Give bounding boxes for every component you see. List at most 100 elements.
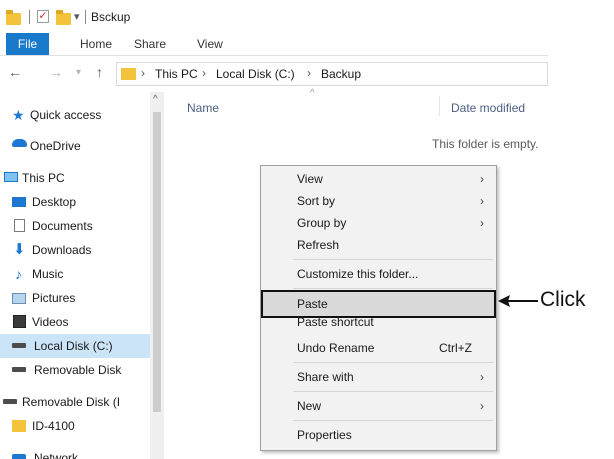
menu-item-customize-folder[interactable]: Customize this folder... (261, 263, 496, 285)
videos-icon (13, 315, 26, 328)
menu-item-label: Group by (297, 216, 347, 230)
title-bar: ✓ ▾ Bsckup (0, 0, 548, 33)
menu-separator (293, 362, 493, 363)
arrow-left-icon (498, 295, 538, 307)
nav-item-network[interactable]: Network (0, 446, 150, 459)
tab-view[interactable]: View (197, 33, 223, 55)
nav-item-this-pc[interactable]: This PC (0, 166, 150, 190)
nav-item-label: Network (34, 451, 79, 459)
nav-item-downloads[interactable]: ⬇ Downloads (0, 238, 150, 262)
download-icon: ⬇ (13, 241, 26, 258)
menu-item-label: Undo Rename (297, 341, 375, 355)
nav-item-label: Quick access (30, 108, 102, 122)
breadcrumb-local-disk[interactable]: Local Disk (C:) (216, 67, 295, 81)
nav-item-quick-access[interactable]: ★ Quick access (0, 103, 150, 127)
menu-item-label: View (297, 172, 323, 186)
menu-item-new[interactable]: New › (261, 395, 496, 417)
cloud-icon (12, 139, 27, 147)
nav-item-music[interactable]: ♪ Music (0, 262, 150, 286)
back-icon[interactable]: ← (8, 64, 22, 80)
nav-item-label: OneDrive (30, 139, 81, 153)
menu-item-paste-shortcut[interactable]: Paste shortcut (261, 315, 496, 327)
network-icon (12, 454, 26, 459)
nav-item-local-disk[interactable]: Local Disk (C:) (0, 334, 150, 358)
recent-dropdown-icon[interactable]: ▾ (76, 67, 81, 78)
chevron-right-icon: › (480, 399, 484, 413)
new-folder-icon[interactable] (56, 10, 71, 25)
desktop-icon (12, 197, 26, 207)
callout-label: Click (540, 288, 586, 311)
nav-item-removable-disk[interactable]: Removable Disk (0, 358, 150, 382)
nav-item-desktop[interactable]: Desktop (0, 190, 150, 214)
nav-item-onedrive[interactable]: OneDrive (0, 134, 150, 158)
menu-separator (293, 259, 493, 260)
nav-item-id-4100[interactable]: ID-4100 (0, 414, 150, 438)
menu-item-label: Refresh (297, 238, 340, 252)
nav-item-documents[interactable]: Documents (0, 214, 150, 238)
up-icon[interactable]: ↑ (96, 64, 103, 80)
menu-separator (293, 391, 493, 392)
click-callout: Click (498, 288, 614, 313)
navigation-pane: ★ Quick access OneDrive This PC Desktop … (0, 92, 150, 459)
nav-scrollbar[interactable]: ^ (150, 92, 164, 459)
breadcrumb-separator: › (307, 66, 311, 80)
computer-icon (4, 172, 18, 182)
nav-item-pictures[interactable]: Pictures (0, 286, 150, 310)
menu-separator (293, 288, 493, 289)
chevron-right-icon: › (480, 370, 484, 384)
chevron-right-icon: › (480, 216, 484, 230)
divider (29, 10, 30, 24)
address-box[interactable]: › This PC › Local Disk (C:) › Backup (116, 62, 548, 86)
menu-item-view[interactable]: View › (261, 168, 496, 190)
folder-icon (12, 420, 26, 432)
menu-item-label: New (297, 399, 322, 413)
nav-item-removable-disk-i[interactable]: Removable Disk (I (0, 390, 150, 414)
menu-item-paste[interactable]: Paste (261, 290, 496, 318)
nav-item-videos[interactable]: Videos (0, 310, 150, 334)
menu-item-share-with[interactable]: Share with › (261, 366, 496, 388)
menu-item-refresh[interactable]: Refresh (261, 234, 496, 256)
nav-item-label: Music (32, 267, 64, 281)
menu-item-label: Paste (297, 297, 328, 311)
menu-item-label: Properties (297, 428, 352, 442)
breadcrumb-this-pc[interactable]: This PC (155, 67, 198, 81)
qat-dropdown-icon[interactable]: ▾ (74, 10, 80, 23)
nav-item-label: Removable Disk (34, 363, 122, 377)
nav-item-label: ID-4100 (32, 419, 75, 433)
context-menu: View › Sort by › Group by › Refresh Cust… (260, 165, 497, 451)
star-icon: ★ (12, 107, 25, 123)
tab-home[interactable]: Home (80, 33, 112, 55)
folder-icon (121, 68, 136, 80)
tab-share[interactable]: Share (134, 33, 166, 55)
forward-icon[interactable]: → (49, 64, 63, 80)
nav-item-label: Removable Disk (I (22, 395, 121, 409)
window-title: Bsckup (91, 10, 131, 24)
column-header-name[interactable]: Name (187, 101, 219, 115)
menu-item-properties[interactable]: Properties (261, 424, 496, 446)
nav-item-label: Videos (32, 315, 69, 329)
menu-item-sort-by[interactable]: Sort by › (261, 190, 496, 212)
nav-item-label: Documents (32, 219, 93, 233)
column-header-date-modified[interactable]: Date modified (451, 101, 525, 115)
nav-item-label: Local Disk (C:) (34, 339, 113, 353)
empty-folder-message: This folder is empty. (432, 137, 539, 151)
folder-icon (6, 10, 21, 25)
menu-item-label: Customize this folder... (297, 267, 419, 281)
chevron-right-icon: › (480, 172, 484, 186)
document-icon (14, 219, 25, 232)
nav-item-label: This PC (22, 171, 65, 185)
breadcrumb-separator: › (202, 66, 206, 80)
nav-item-label: Pictures (32, 291, 76, 305)
breadcrumb-backup[interactable]: Backup (321, 67, 361, 81)
removable-disk-icon (12, 367, 26, 372)
menu-item-undo-rename[interactable]: Undo Rename Ctrl+Z (261, 337, 496, 359)
scrollbar-thumb[interactable] (153, 112, 161, 412)
breadcrumb-separator: › (141, 66, 145, 80)
pictures-icon (12, 293, 26, 304)
menu-item-group-by[interactable]: Group by › (261, 212, 496, 234)
scroll-up-icon[interactable]: ^ (153, 94, 158, 105)
menu-item-label: Share with (297, 370, 354, 384)
properties-icon[interactable]: ✓ (37, 10, 49, 23)
sort-indicator-icon: ^ (310, 88, 315, 99)
tab-file[interactable]: File (6, 33, 49, 55)
